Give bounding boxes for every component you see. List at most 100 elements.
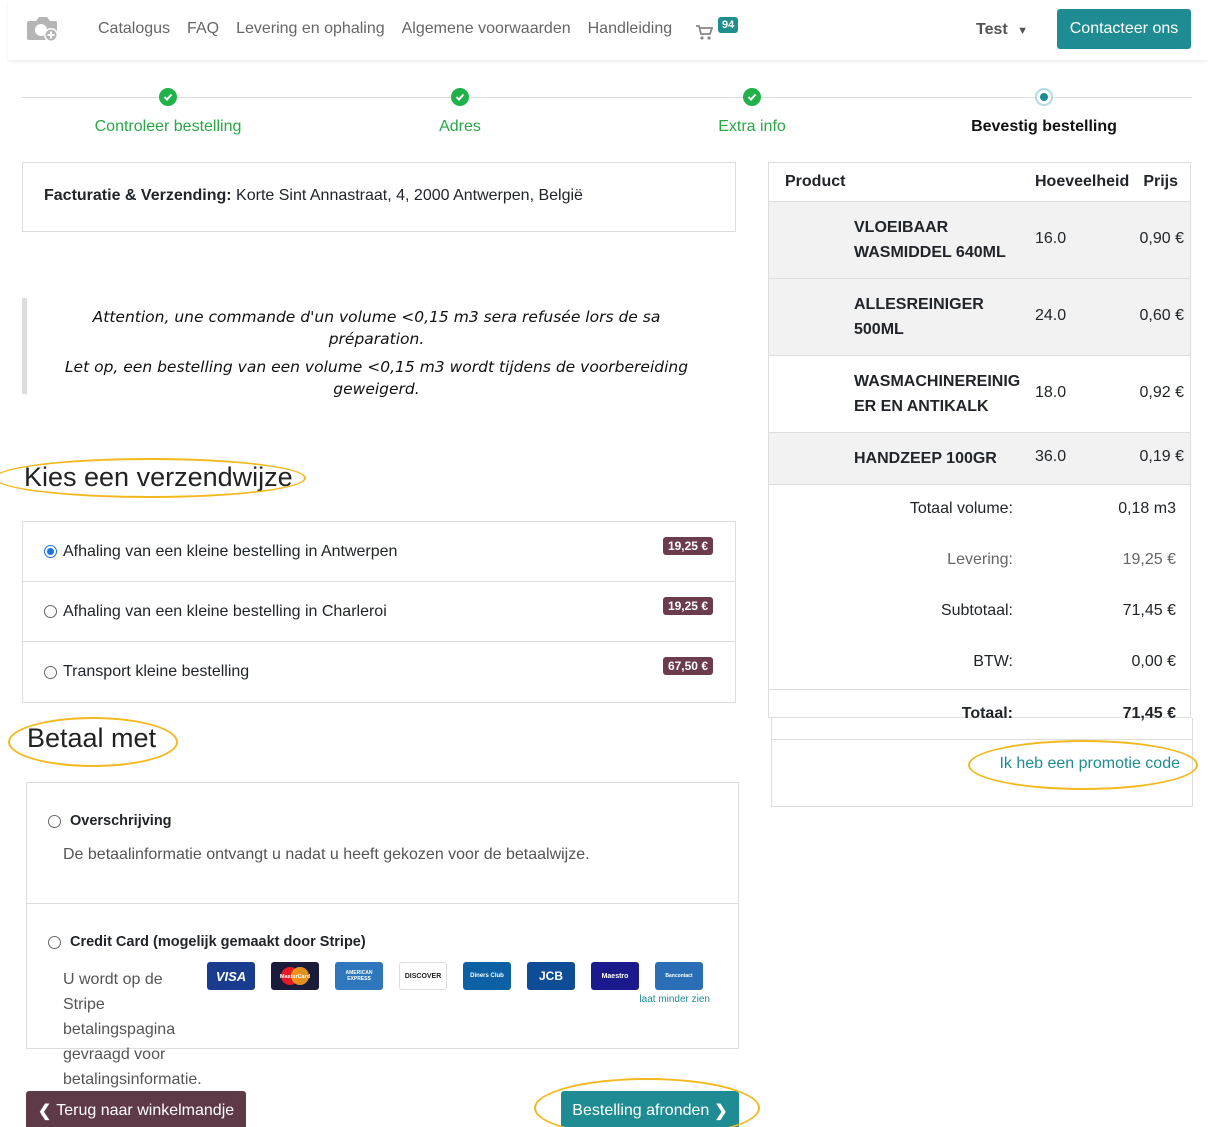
product-name: HANDZEEP 100GR <box>854 450 997 467</box>
jcb-icon: JCB <box>527 962 575 990</box>
order-row: WASMACHINEREINIGER EN ANTIKALK 18.0 0,92… <box>769 355 1190 432</box>
header-qty: Hoeveelheid <box>1035 173 1130 190</box>
contact-button[interactable]: Contacteer ons <box>1057 9 1191 49</box>
price-badge: 67,50 € <box>662 657 713 675</box>
check-icon <box>159 88 177 106</box>
back-to-cart-button[interactable]: ❮ Terug naar winkelmandje <box>26 1091 246 1127</box>
discover-icon: DISCOVER <box>399 962 447 990</box>
product-price: 0,90 € <box>1139 230 1184 247</box>
payment-title: Overschrijving <box>48 813 172 829</box>
shipping-option-label: Transport kleine bestelling <box>63 663 250 680</box>
back-button-label: Terug naar winkelmandje <box>56 1102 235 1119</box>
product-name: WASMACHINEREINIGER EN ANTIKALK <box>854 373 1021 415</box>
radio-button[interactable] <box>44 665 57 679</box>
product-name: ALLESREINIGER 500ML <box>854 296 984 338</box>
nav-link-voorwaarden[interactable]: Algemene voorwaarden <box>402 20 571 38</box>
bancontact-icon: Bancontact <box>655 962 703 990</box>
user-menu[interactable]: Test ▼ <box>976 21 1028 39</box>
maestro-icon: Maestro <box>591 962 639 990</box>
price-badge: 19,25 € <box>662 597 713 615</box>
step-controleer[interactable]: Controleer bestelling <box>22 88 314 136</box>
check-icon <box>451 88 469 106</box>
shipping-option[interactable]: Afhaling van een kleine bestelling in Ch… <box>23 582 735 642</box>
shipping-option[interactable]: Afhaling van een kleine bestelling in An… <box>23 522 735 582</box>
highlight-circle <box>8 717 178 767</box>
highlight-circle <box>968 740 1198 790</box>
amex-icon: AMERICAN EXPRESS <box>335 962 383 990</box>
payment-option-stripe[interactable]: Credit Card (mogelijk gemaakt door Strip… <box>27 904 738 1088</box>
payment-title-label: Overschrijving <box>70 813 172 829</box>
address-value: Korte Sint Annastraat, 4, 2000 Antwerpen… <box>236 187 583 204</box>
current-step-icon <box>1035 88 1053 106</box>
header-price: Prijs <box>1143 173 1178 190</box>
product-qty: 24.0 <box>1035 307 1067 324</box>
radio-button[interactable] <box>44 605 57 618</box>
totals: Totaal volume: 0,18 m3 Levering: 19,25 €… <box>769 484 1190 740</box>
card-logos: VISA MasterCard AMERICAN EXPRESS DISCOVE… <box>207 962 703 990</box>
total-volume-row: Totaal volume: 0,18 m3 <box>769 485 1190 536</box>
chevron-left-icon: ❮ <box>37 1103 52 1120</box>
nav-link-levering[interactable]: Levering en ophaling <box>236 20 385 38</box>
nav-link-faq[interactable]: FAQ <box>187 20 219 38</box>
user-name: Test <box>976 21 1008 38</box>
order-row: HANDZEEP 100GR 36.0 0,19 € <box>769 432 1190 484</box>
visa-icon: VISA <box>207 962 255 990</box>
divider <box>772 739 1192 740</box>
step-adres[interactable]: Adres <box>314 88 606 136</box>
price-badge: 19,25 € <box>662 537 713 555</box>
navbar: Catalogus FAQ Levering en ophaling Algem… <box>8 0 1208 60</box>
radio-button[interactable] <box>48 814 61 828</box>
total-volume-value: 0,18 m3 <box>1118 500 1176 517</box>
step-label: Controleer bestelling <box>94 118 242 135</box>
shipping-option-label: Afhaling van een kleine bestelling in Ch… <box>63 602 387 620</box>
delivery-row: Levering: 19,25 € <box>769 536 1190 587</box>
delivery-value: 19,25 € <box>1122 551 1176 568</box>
order-row: VLOEIBAAR WASMIDDEL 640ML 16.0 0,90 € <box>769 201 1190 278</box>
subtotal-label: Subtotaal: <box>940 602 1013 619</box>
product-qty: 16.0 <box>1035 230 1067 247</box>
address-box: Facturatie & Verzending: Korte Sint Anna… <box>22 162 736 232</box>
order-summary: Product Hoeveelheid Prijs VLOEIBAAR WASM… <box>768 162 1191 722</box>
cart-count-badge: 94 <box>718 17 739 33</box>
mastercard-label: MasterCard <box>280 974 310 980</box>
show-less-link[interactable]: laat minder zien <box>639 994 710 1005</box>
highlight-circle <box>0 458 306 498</box>
vat-label: BTW: <box>973 653 1013 670</box>
highlight-circle <box>534 1078 760 1127</box>
header-product: Product <box>785 173 846 190</box>
shipping-option[interactable]: Transport kleine bestelling 67,50 € <box>23 642 735 702</box>
payment-description: De betaalinformatie ontvangt u nadat u h… <box>63 846 590 863</box>
payment-title-label: Credit Card (mogelijk gemaakt door Strip… <box>70 934 366 950</box>
notice-fr: Attention, une commande d'un volume <0,1… <box>92 308 661 348</box>
vat-row: BTW: 0,00 € <box>769 638 1190 689</box>
order-table-header: Product Hoeveelheid Prijs <box>769 163 1190 201</box>
product-price: 0,92 € <box>1139 384 1184 401</box>
mastercard-icon: MasterCard <box>271 962 319 990</box>
notice-nl: Let op, een bestelling van een volume <0… <box>64 358 689 398</box>
camera-plus-icon[interactable] <box>26 15 60 43</box>
radio-button[interactable] <box>44 545 57 558</box>
nav-link-catalogus[interactable]: Catalogus <box>98 20 170 38</box>
nav-link-handleiding[interactable]: Handleiding <box>588 20 673 38</box>
product-price: 0,19 € <box>1139 448 1184 465</box>
vat-value: 0,00 € <box>1131 653 1176 670</box>
step-extra-info[interactable]: Extra info <box>606 88 898 136</box>
payment-option-transfer[interactable]: Overschrijving De betaalinformatie ontva… <box>27 783 738 904</box>
total-volume-label: Totaal volume: <box>909 500 1013 517</box>
shipping-option-label: Afhaling van een kleine bestelling in An… <box>63 542 398 560</box>
product-qty: 36.0 <box>1035 448 1067 465</box>
product-name: VLOEIBAAR WASMIDDEL 640ML <box>854 219 1006 261</box>
check-icon <box>743 88 761 106</box>
address-label: Facturatie & Verzending: <box>44 187 232 204</box>
cart-link[interactable]: 94 <box>696 17 746 43</box>
radio-button[interactable] <box>48 935 61 949</box>
payment-description-text: U wordt op de Stripe betalingspagina gev… <box>63 971 202 1088</box>
subtotal-row: Subtotaal: 71,45 € <box>769 587 1190 638</box>
payment-title: Credit Card (mogelijk gemaakt door Strip… <box>48 934 366 950</box>
shopping-cart-icon <box>696 25 714 40</box>
shipping-options: Afhaling van een kleine bestelling in An… <box>22 521 736 703</box>
subtotal-value: 71,45 € <box>1122 602 1176 619</box>
step-label: Extra info <box>718 118 786 135</box>
payment-methods: Overschrijving De betaalinformatie ontva… <box>26 782 739 1088</box>
nav-links: Catalogus FAQ Levering en ophaling Algem… <box>98 20 672 38</box>
